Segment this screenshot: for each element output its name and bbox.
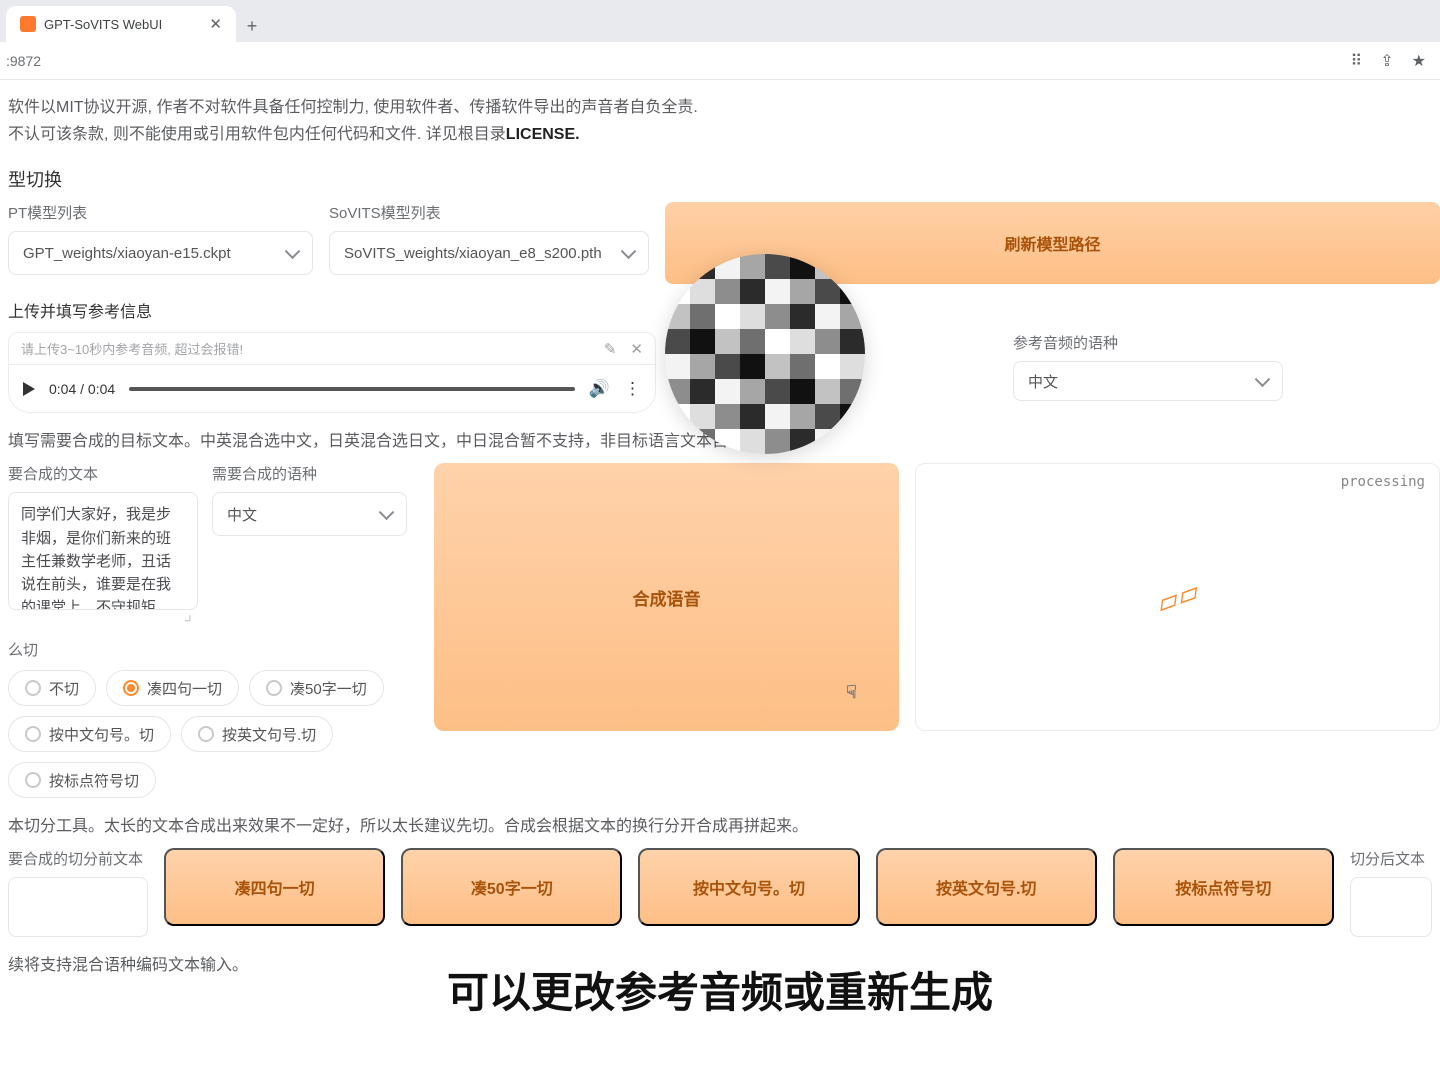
cut-pre-input[interactable] — [8, 877, 148, 937]
cut-mode-group: 不切 凑四句一切 凑50字一切 按中文句号。切 按英文句号.切 按标点符号切 — [8, 670, 418, 798]
browser-tab[interactable]: GPT-SoVITS WebUI ✕ — [6, 6, 236, 42]
cut-option-1[interactable]: 凑四句一切 — [106, 670, 239, 706]
censored-overlay — [665, 254, 865, 454]
ref-lang-label: 参考音频的语种 — [1013, 332, 1283, 353]
audio-placeholder: 请上传3~10秒内参考音频, 超过会报错! — [21, 339, 243, 358]
star-icon[interactable]: ★ — [1412, 51, 1426, 71]
target-text-input[interactable] — [8, 492, 198, 610]
cut-btn-2[interactable]: 按中文句号。切 — [638, 848, 859, 926]
url-text[interactable]: :9872 — [6, 53, 1351, 69]
synthesize-button[interactable]: 合成语音 ☟ — [434, 463, 899, 731]
audio-player[interactable]: 0:04 / 0:04 🔊 ⋮ — [8, 365, 656, 413]
gpt-model-label: PT模型列表 — [8, 202, 313, 223]
translate-icon[interactable]: ⠿ — [1351, 51, 1363, 71]
new-tab-button[interactable]: + — [236, 10, 268, 42]
cut-pre-label: 要合成的切分前文本 — [8, 848, 148, 869]
target-lang-select[interactable]: 中文 — [212, 492, 407, 536]
cut-option-0[interactable]: 不切 — [8, 670, 96, 706]
processing-icon: ▱▱ — [1152, 575, 1204, 621]
tab-favicon — [20, 16, 36, 32]
ref-lang-select[interactable]: 中文 — [1013, 361, 1283, 401]
tab-title: GPT-SoVITS WebUI — [44, 17, 162, 32]
video-caption: 可以更改参考音频或重新生成 — [0, 959, 1440, 1020]
cut-post-output — [1350, 877, 1432, 937]
browser-tab-strip: GPT-SoVITS WebUI ✕ + — [0, 0, 1440, 42]
edit-icon[interactable]: ✎ — [604, 340, 617, 358]
sovits-model-select[interactable]: SoVITS_weights/xiaoyan_e8_s200.pth — [329, 231, 649, 275]
disclaimer-text: 软件以MIT协议开源, 作者不对软件具备任何控制力, 使用软件者、传播软件导出的… — [8, 94, 1440, 148]
cut-btn-1[interactable]: 凑50字一切 — [401, 848, 622, 926]
close-icon[interactable]: ✕ — [209, 15, 222, 33]
cut-btn-0[interactable]: 凑四句一切 — [164, 848, 385, 926]
clear-icon[interactable]: ✕ — [630, 340, 643, 358]
sovits-model-label: SoVITS模型列表 — [329, 202, 649, 223]
address-bar: :9872 ⠿ ⇪ ★ — [0, 42, 1440, 80]
cut-post-label: 切分后文本 — [1350, 848, 1440, 869]
target-lang-label: 需要合成的语种 — [212, 463, 407, 484]
cursor-icon: ☟ — [846, 682, 857, 703]
audio-time: 0:04 / 0:04 — [49, 381, 115, 397]
cut-option-4[interactable]: 按英文句号.切 — [181, 716, 333, 752]
cut-option-2[interactable]: 凑50字一切 — [249, 670, 384, 706]
cut-btn-3[interactable]: 按英文句号.切 — [876, 848, 1097, 926]
cut-option-5[interactable]: 按标点符号切 — [8, 762, 156, 798]
processing-label: processing — [1341, 474, 1425, 490]
share-icon[interactable]: ⇪ — [1380, 51, 1393, 71]
menu-icon[interactable]: ⋮ — [624, 379, 641, 399]
cut-option-3[interactable]: 按中文句号。切 — [8, 716, 171, 752]
target-text-label: 要合成的文本 — [8, 463, 198, 484]
cut-tool-heading: 本切分工具。太长的文本合成出来效果不一定好，所以太长建议先切。合成会根据文本的换… — [8, 812, 1440, 836]
volume-icon[interactable]: 🔊 — [589, 379, 610, 399]
audio-seek[interactable] — [129, 387, 575, 391]
cut-mode-label: 么切 — [8, 639, 418, 660]
gpt-model-select[interactable]: GPT_weights/xiaoyan-e15.ckpt — [8, 231, 313, 275]
cut-btn-4[interactable]: 按标点符号切 — [1113, 848, 1334, 926]
resize-icon[interactable]: ⌟ — [8, 604, 198, 625]
audio-upload-header: 请上传3~10秒内参考音频, 超过会报错! ✎ ✕ — [8, 332, 656, 365]
play-icon[interactable] — [23, 382, 35, 396]
output-panel: processing ▱▱ — [915, 463, 1440, 731]
model-switch-heading: 型切换 — [8, 166, 1440, 192]
